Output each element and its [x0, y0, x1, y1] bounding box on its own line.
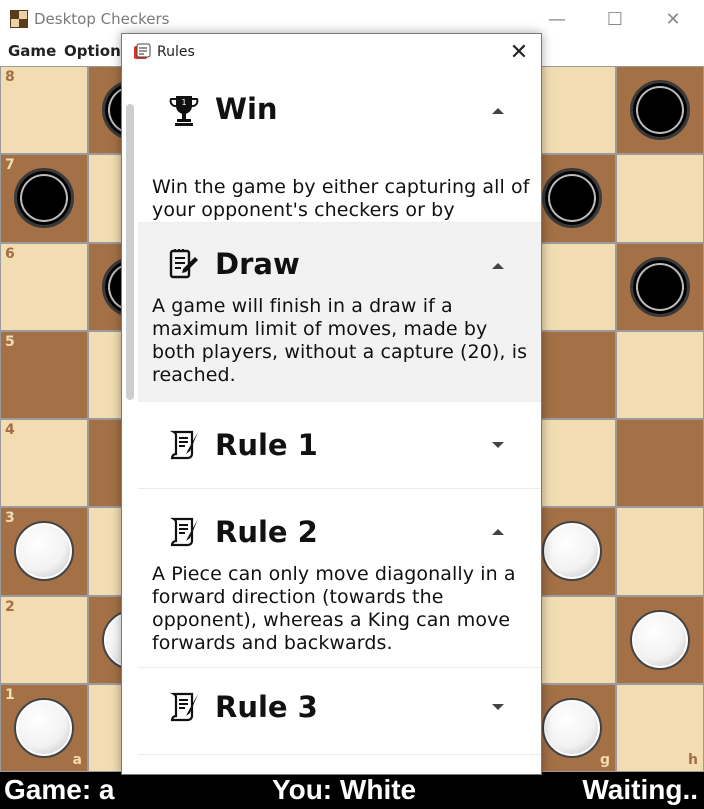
menu-game[interactable]: Game: [8, 42, 56, 60]
rule-section-draw: Draw A game will finish in a draw if a m…: [138, 223, 541, 402]
rank-label: 6: [5, 245, 15, 262]
section-title[interactable]: Draw: [215, 247, 300, 281]
board-square[interactable]: 3: [0, 507, 88, 596]
board-square[interactable]: h: [616, 683, 704, 772]
rank-label: 3: [5, 510, 15, 527]
rank-label: 2: [5, 598, 15, 615]
rule-section-win: 1 Win Win the game by either capturing a…: [138, 70, 541, 244]
white-checker-piece[interactable]: [14, 521, 74, 582]
section-title[interactable]: Rule 3: [215, 690, 318, 724]
board-square[interactable]: [616, 242, 704, 331]
file-label: a: [72, 752, 82, 768]
white-checker-piece[interactable]: [542, 697, 602, 758]
scroll-quill-icon: [169, 430, 198, 460]
rules-list: 1 Win Win the game by either capturing a…: [138, 70, 541, 755]
chevron-down-icon[interactable]: [492, 442, 504, 448]
section-title[interactable]: Rule 1: [215, 428, 318, 462]
rule-section-1: Rule 1: [138, 402, 541, 489]
dialog-header: Rules ✕: [122, 34, 541, 70]
board-square[interactable]: 5: [0, 330, 88, 419]
close-window-button[interactable]: ✕: [644, 0, 702, 38]
rule-section-2: Rule 2 A Piece can only move diagonally …: [138, 489, 541, 668]
board-square[interactable]: 8: [0, 66, 88, 155]
menu-options[interactable]: Options: [64, 42, 130, 60]
section-body: A game will finish in a draw if a maximu…: [152, 295, 528, 386]
window-title: Desktop Checkers: [34, 10, 170, 28]
white-checker-piece[interactable]: [14, 697, 74, 758]
rank-label: 1: [5, 686, 15, 703]
rank-label: 8: [5, 69, 15, 85]
scroll-quill-icon: [169, 517, 198, 547]
dialog-close-button[interactable]: ✕: [505, 38, 533, 66]
board-square[interactable]: [616, 330, 704, 419]
board-square[interactable]: [616, 507, 704, 596]
file-label: h: [688, 752, 698, 768]
section-body: A Piece can only move diagonally in a fo…: [152, 563, 516, 654]
rule-section-3: Rule 3: [138, 668, 541, 755]
status-bar: Game: a You: White Waiting..: [0, 772, 704, 809]
maximize-button[interactable]: ☐: [586, 0, 644, 38]
board-square[interactable]: [616, 66, 704, 155]
board-square[interactable]: 6: [0, 242, 88, 331]
white-checker-piece[interactable]: [630, 609, 690, 670]
dialog-title: Rules: [157, 44, 195, 60]
black-checker-piece[interactable]: [630, 256, 690, 317]
rules-dialog: Rules ✕ 1 Win Win the game by either cap…: [121, 33, 542, 775]
board-square[interactable]: 1a: [0, 683, 88, 772]
section-title[interactable]: Win: [215, 92, 278, 126]
board-square[interactable]: 4: [0, 419, 88, 508]
chevron-up-icon[interactable]: [492, 263, 504, 269]
dialog-scrollbar[interactable]: [126, 70, 134, 774]
white-checker-piece[interactable]: [542, 521, 602, 582]
black-checker-piece[interactable]: [14, 168, 74, 229]
notepad-pencil-icon: [169, 249, 198, 279]
status-state: Waiting..: [582, 774, 698, 805]
minimize-icon: —: [548, 8, 566, 30]
maximize-icon: ☐: [606, 8, 624, 30]
close-icon: ✕: [665, 8, 681, 30]
rank-label: 4: [5, 422, 15, 438]
chevron-up-icon[interactable]: [492, 529, 504, 535]
board-square[interactable]: [616, 595, 704, 684]
rank-label: 7: [5, 157, 15, 174]
status-player-color: You: White: [272, 774, 417, 805]
close-icon: ✕: [509, 39, 529, 65]
scrollbar-thumb[interactable]: [126, 104, 134, 400]
section-title[interactable]: Rule 2: [215, 515, 318, 549]
checkers-app-icon: [10, 10, 28, 28]
rules-app-icon: [134, 43, 151, 59]
trophy-icon: 1: [169, 96, 199, 126]
chevron-up-icon[interactable]: [492, 108, 504, 114]
status-game-name: Game: a: [4, 774, 115, 805]
black-checker-piece[interactable]: [630, 80, 690, 141]
scroll-quill-icon: [169, 692, 198, 722]
file-label: g: [599, 752, 610, 768]
black-checker-piece[interactable]: [542, 168, 602, 229]
rank-label: 5: [5, 333, 15, 350]
chevron-down-icon[interactable]: [492, 704, 504, 710]
board-square[interactable]: [616, 419, 704, 508]
board-square[interactable]: 7: [0, 154, 88, 243]
svg-text:1: 1: [181, 98, 186, 107]
board-square[interactable]: 2: [0, 595, 88, 684]
board-square[interactable]: [616, 154, 704, 243]
